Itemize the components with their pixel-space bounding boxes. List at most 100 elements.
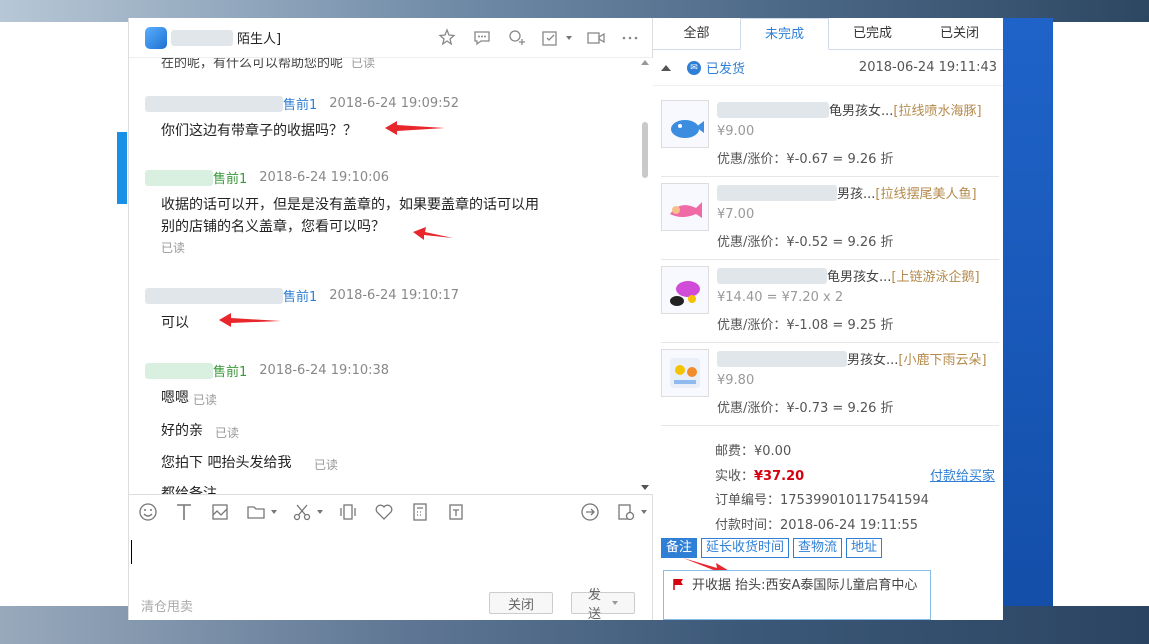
edit-note-icon[interactable] [540, 28, 560, 48]
product-thumbnail[interactable] [661, 266, 709, 314]
product-price: ¥7.00 [717, 207, 755, 222]
chat-header: 陌生人] [129, 18, 652, 58]
product-discount: 优惠/涨价：¥-1.08 = 9.25 折 [717, 318, 894, 333]
read-status: 已读 [215, 426, 240, 440]
star-person-icon[interactable] [438, 27, 458, 48]
more-icon[interactable] [620, 28, 640, 48]
promo-link[interactable]: 清仓甩卖 [141, 596, 193, 615]
order-tabs: 全部 未完成 已完成 已关闭 [653, 18, 1003, 50]
message-text: 可以 [161, 315, 189, 331]
scroll-up-icon[interactable] [641, 60, 649, 65]
scroll-down-icon[interactable] [641, 485, 649, 490]
product-price: ¥14.40 = ¥7.20 x 2 [717, 290, 844, 305]
message-meta: 售前1 2018-6-24 19:10:06 [145, 168, 389, 187]
quick-reply-icon[interactable] [579, 501, 601, 523]
note-box: 开收据 抬头:西安A泰国际儿童启育中心 [663, 570, 931, 620]
chevron-down-icon[interactable] [317, 509, 323, 514]
extend-receipt-button[interactable]: 延长收货时间 [701, 538, 790, 558]
product-thumbnail[interactable] [661, 183, 709, 231]
chat-bubble-icon[interactable] [472, 28, 492, 48]
read-status: 已读 [314, 458, 339, 472]
annotation-arrow-icon [413, 227, 453, 240]
blurred-name [171, 29, 233, 46]
chevron-down-icon[interactable] [612, 601, 618, 605]
postage: 邮费：¥0.00 [715, 444, 792, 459]
scissors-icon[interactable] [291, 501, 313, 523]
product-title[interactable]: 龟男孩女...[拉线喷水海豚] [717, 100, 982, 119]
product-thumbnail[interactable] [661, 349, 709, 397]
order-item[interactable]: 龟男孩女...[上链游泳企鹅] ¥14.40 = ¥7.20 x 2 优惠/涨价… [661, 260, 999, 343]
chat-footer: 清仓甩卖 关闭 发送 [129, 588, 653, 622]
shipped-icon: ✉ [687, 60, 701, 75]
message-text: 收据的话可以开，但是是没有盖章的，如果要盖章的话可以用 别的店铺的名义盖章，您看… [161, 197, 539, 235]
read-status: 已读 [193, 393, 218, 407]
tab-finished[interactable]: 已完成 [829, 18, 916, 49]
tab-closed[interactable]: 已关闭 [916, 18, 1003, 49]
folder-icon[interactable] [245, 501, 267, 523]
calculator-icon[interactable] [409, 501, 431, 523]
address-button[interactable]: 地址 [846, 538, 883, 558]
product-thumbnail[interactable] [661, 100, 709, 148]
message-list[interactable]: 在的呢，有什么可以帮助您的呢 已读 售前1 2018-6-24 19:09:52 … [129, 58, 653, 494]
order-status: 已发货 [706, 62, 746, 77]
coupon-icon[interactable] [445, 501, 467, 523]
product-title[interactable]: 龟男孩女...[上链游泳企鹅] [717, 266, 980, 285]
input-toolbar [129, 494, 653, 528]
product-price: ¥9.00 [717, 124, 755, 139]
desktop-left [0, 22, 117, 606]
order-item[interactable]: 男孩...[拉线摆尾美人鱼] ¥7.00 优惠/涨价：¥-0.52 = 9.26… [661, 177, 999, 260]
product-price: ¥9.80 [717, 373, 755, 388]
message-text: 好的亲 [161, 423, 203, 439]
message-text: 嗯嗯 [161, 390, 189, 406]
chevron-down-icon[interactable] [566, 35, 572, 40]
tab-unfinished[interactable]: 未完成 [740, 18, 829, 50]
font-icon[interactable] [173, 501, 195, 523]
chevron-down-icon[interactable] [271, 509, 277, 514]
order-time: 2018-06-24 19:11:43 [858, 60, 997, 75]
chat-window: 陌生人] 在的呢，有什么可以帮助您的呢 已读 售前1 2018-6-24 19:… [128, 18, 653, 622]
order-item[interactable]: 男孩女...[小鹿下雨云朵] ¥9.80 优惠/涨价：¥-0.73 = 9.26… [661, 343, 999, 426]
image-icon[interactable] [209, 501, 231, 523]
collapse-icon[interactable] [661, 64, 671, 71]
pay-buyer-link[interactable]: 付款给买家 [930, 465, 995, 484]
product-discount: 优惠/涨价：¥-0.52 = 9.26 折 [717, 235, 894, 250]
order-item[interactable]: 龟男孩女...[拉线喷水海豚] ¥9.00 优惠/涨价：¥-0.67 = 9.2… [661, 94, 999, 177]
product-title[interactable]: 男孩...[拉线摆尾美人鱼] [717, 183, 977, 202]
message-partial: 在的呢，有什么可以帮助您的呢 已读 [161, 58, 376, 71]
message-meta: 售前1 2018-6-24 19:10:17 [145, 286, 459, 305]
blurred-sender [145, 95, 283, 112]
annotation-arrow-icon [219, 313, 281, 327]
flag-icon [673, 579, 683, 590]
order-header[interactable]: ✉ 已发货 2018-06-24 19:11:43 [653, 50, 1003, 86]
vibrate-icon[interactable] [337, 501, 359, 523]
message-text: 都给备注 [161, 486, 217, 494]
blurred-sender [145, 287, 283, 304]
scroll-thumb[interactable] [642, 122, 648, 178]
product-title[interactable]: 男孩女...[小鹿下雨云朵] [717, 349, 987, 368]
video-icon[interactable] [586, 28, 606, 48]
message-text: 你们这边有带章子的收据吗？？ [161, 123, 357, 139]
add-contact-icon[interactable] [506, 28, 526, 48]
message-meta: 售前1 2018-6-24 19:09:52 [145, 94, 459, 113]
header-icons [438, 27, 640, 48]
close-button[interactable]: 关闭 [489, 592, 553, 614]
history-icon[interactable] [615, 501, 637, 523]
order-actions: 备注 延长收货时间 查物流 地址 [661, 538, 883, 558]
order-number: 订单编号：175399010117541594 [715, 493, 929, 508]
scrollbar[interactable] [641, 60, 649, 490]
text-cursor [131, 540, 132, 564]
emoji-icon[interactable] [137, 501, 159, 523]
product-discount: 优惠/涨价：¥-0.73 = 9.26 折 [717, 401, 894, 416]
tab-all[interactable]: 全部 [653, 18, 740, 49]
actual-received: 实收：¥37.20 [715, 469, 805, 484]
logistics-button[interactable]: 查物流 [793, 538, 843, 558]
app-logo-icon [145, 26, 167, 49]
annotation-arrow-icon [385, 121, 445, 135]
heart-icon[interactable] [373, 501, 395, 523]
read-status: 已读 [161, 241, 186, 255]
window-blue-edge [1003, 18, 1053, 620]
message-input[interactable] [129, 528, 653, 590]
send-button[interactable]: 发送 [571, 588, 635, 622]
note-button[interactable]: 备注 [661, 538, 698, 558]
chevron-down-icon[interactable] [641, 509, 647, 514]
